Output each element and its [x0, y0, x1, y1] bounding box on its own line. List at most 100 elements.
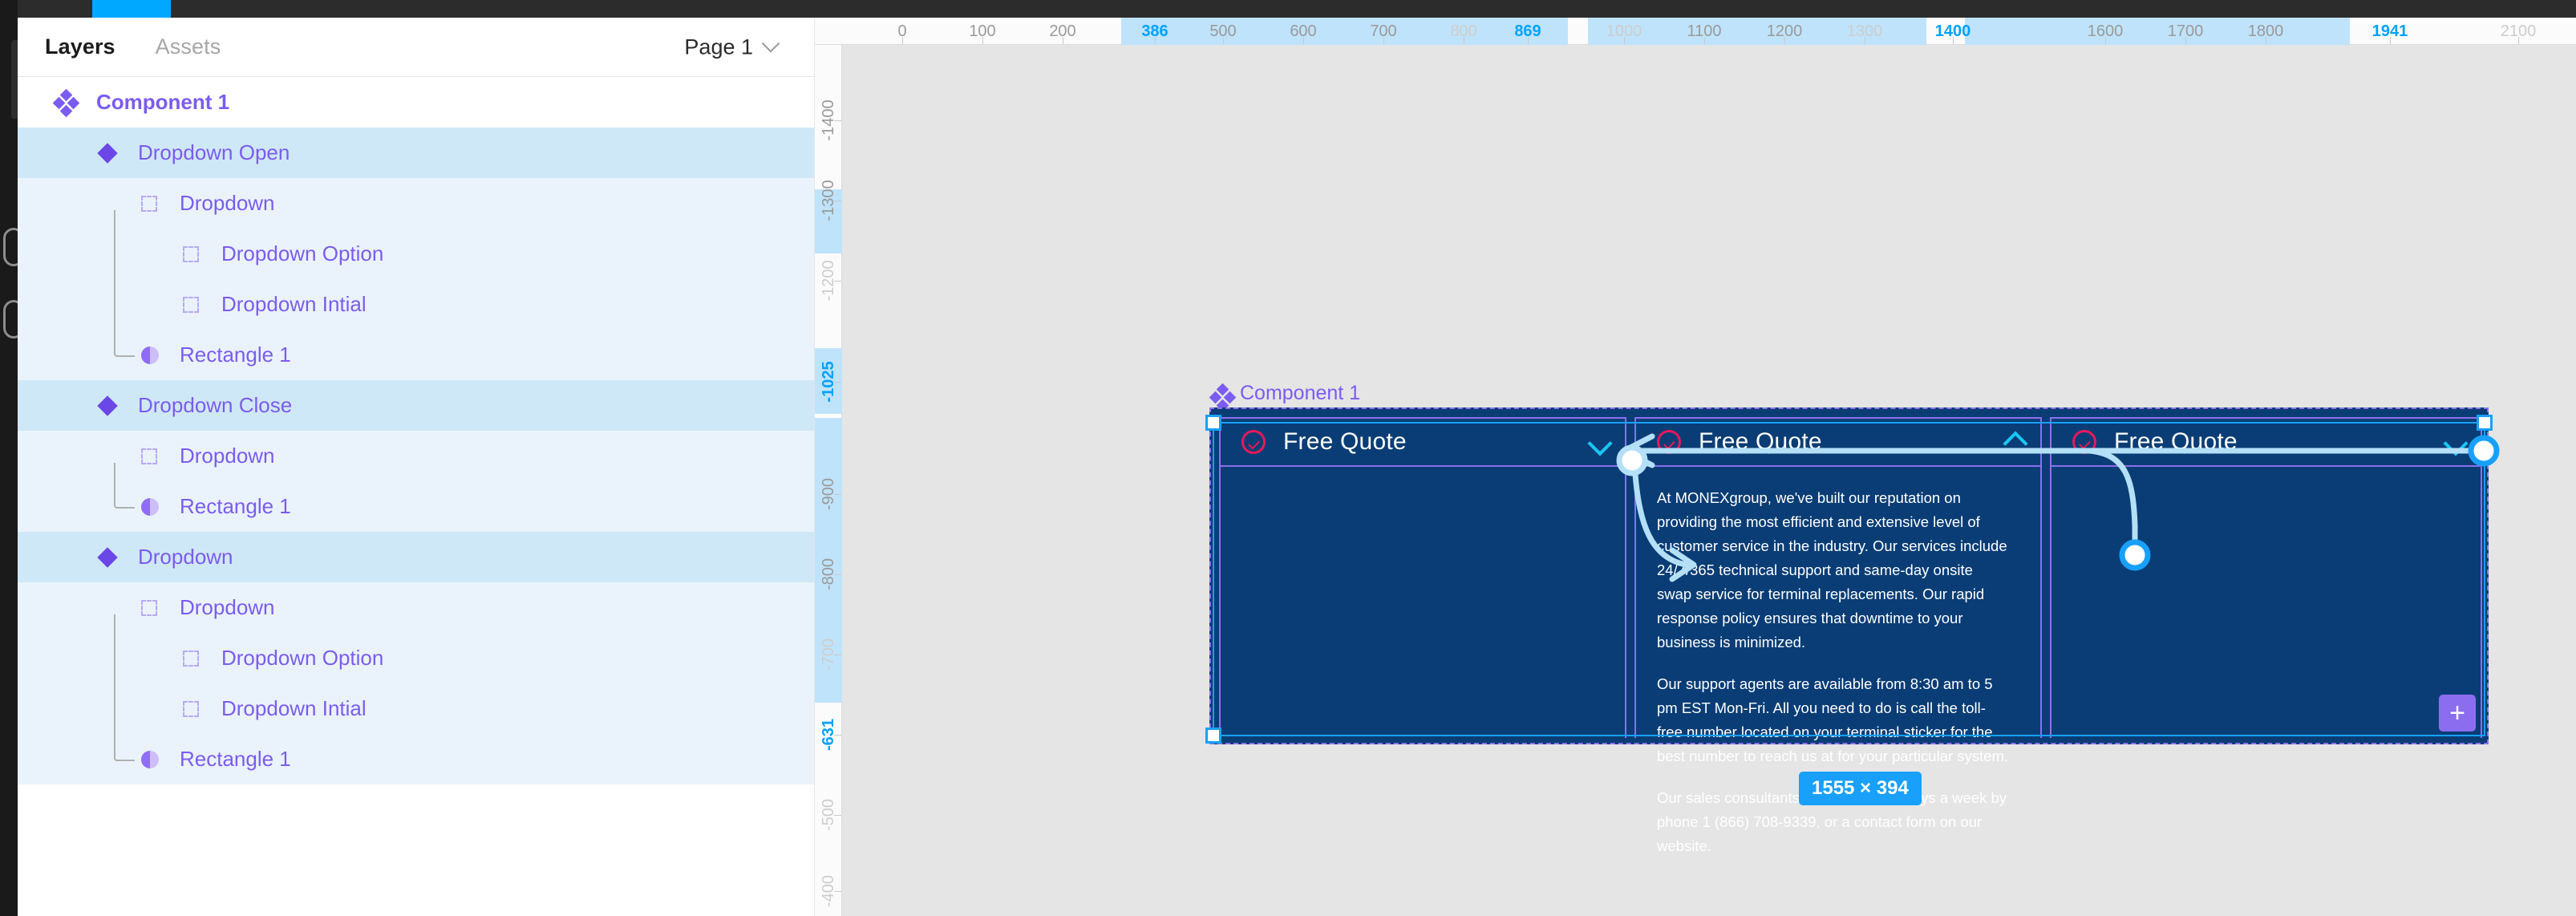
layer-row-dropdown-option[interactable]: Dropdown Option — [18, 229, 814, 279]
ruler-tick-mark — [834, 815, 841, 816]
ruler-highlight-band — [1965, 18, 2350, 45]
instance-icon — [95, 544, 122, 571]
window-title-bar — [0, 0, 2576, 18]
horizontal-ruler[interactable]: 0100200386500600700800869100011001200130… — [815, 18, 2576, 45]
mask-icon — [136, 493, 164, 521]
frame-icon — [178, 241, 205, 268]
ruler-tick-mark — [1784, 37, 1785, 44]
ruler-highlight-band — [1121, 18, 1568, 45]
pane-dropdown-closed-1[interactable]: Free Quote — [1219, 417, 1626, 738]
chevron-down-icon — [762, 34, 780, 53]
layer-row-dropdown-intial[interactable]: Dropdown Intial — [18, 683, 814, 734]
frame-icon — [178, 291, 205, 318]
add-variant-button[interactable]: + — [2439, 695, 2476, 732]
canvas-viewport[interactable]: Component 1 Free Quote Free Quote At MON… — [842, 45, 2576, 916]
left-rail — [0, 0, 18, 916]
layer-name: Component 1 — [96, 90, 229, 115]
frame-icon — [136, 594, 164, 622]
layer-row-rectangle-1[interactable]: Rectangle 1 — [18, 330, 814, 380]
page-selector-label: Page 1 — [684, 34, 753, 59]
ruler-tick-mark — [834, 891, 841, 892]
ruler-tick-mark — [1223, 37, 1224, 44]
pane-title: Free Quote — [2114, 428, 2238, 456]
canvas-area: 0100200386500600700800869100011001200130… — [815, 18, 2576, 916]
instance-icon — [95, 392, 122, 419]
layer-name: Dropdown — [180, 191, 275, 216]
layer-name: Dropdown — [180, 595, 275, 620]
layer-name: Rectangle 1 — [180, 747, 291, 772]
ruler-tick-mark — [1155, 37, 1156, 44]
pane-body-text: At MONEXgroup, we've built our reputatio… — [1657, 486, 2010, 876]
layer-row-dropdown-option[interactable]: Dropdown Option — [18, 633, 814, 683]
layer-row-rectangle-1[interactable]: Rectangle 1 — [18, 734, 814, 784]
chevron-down-icon[interactable] — [2447, 435, 2463, 451]
check-circle-icon — [2072, 430, 2096, 454]
chevron-up-icon[interactable] — [2007, 435, 2023, 451]
component-icon — [1209, 383, 1230, 404]
layer-row-dropdown[interactable]: Dropdown — [18, 178, 814, 229]
ruler-tick-mark — [834, 574, 841, 575]
layer-row-component-1[interactable]: Component 1 — [18, 77, 814, 128]
check-circle-icon — [1241, 430, 1266, 454]
frame-icon — [136, 443, 164, 470]
layer-name: Rectangle 1 — [180, 342, 291, 367]
mask-icon — [136, 342, 164, 369]
frame-icon — [136, 190, 164, 217]
ruler-tick-mark — [1953, 37, 1954, 44]
layer-row-dropdown[interactable]: Dropdown — [18, 532, 814, 582]
component-label: Component 1 — [1209, 382, 1360, 405]
instance-icon — [95, 140, 122, 167]
layer-name: Dropdown — [180, 444, 275, 468]
layers-panel: Layers Assets Page 1 Component 1 Dropdown… — [18, 18, 815, 916]
pane-dropdown-closed-2[interactable]: Free Quote — [2050, 417, 2482, 738]
pane-header[interactable]: Free Quote — [1636, 417, 2040, 467]
layer-row-dropdown-close[interactable]: Dropdown Close — [18, 380, 814, 431]
mask-icon — [136, 746, 164, 773]
layer-tree: Component 1 Dropdown Open Dropdown Dropdown… — [18, 77, 814, 784]
ruler-tick-mark — [834, 382, 841, 383]
ruler-tick-mark — [1528, 37, 1529, 44]
chevron-down-icon[interactable] — [1591, 435, 1607, 451]
tab-assets[interactable]: Assets — [143, 34, 234, 59]
layer-name: Dropdown Intial — [221, 696, 367, 721]
component-label-text: Component 1 — [1240, 382, 1360, 405]
title-bar-accent — [92, 0, 171, 18]
ruler-tick-mark — [2390, 37, 2391, 44]
pane-title: Free Quote — [1699, 428, 1822, 456]
vertical-ruler[interactable]: -1400-1300-1200-1025-900-800-700-631-500… — [815, 45, 842, 916]
layer-name: Dropdown — [138, 545, 233, 569]
pane-title: Free Quote — [1283, 428, 1407, 456]
ruler-tick-mark — [834, 281, 841, 282]
ruler-tick-mark — [1303, 37, 1304, 44]
ruler-tick-mark — [2185, 37, 2186, 44]
component-icon — [53, 89, 80, 116]
pane-paragraph: Our support agents are available from 8:… — [1657, 672, 2010, 768]
ruler-tick-mark — [982, 37, 983, 44]
layer-row-dropdown[interactable]: Dropdown — [18, 582, 814, 633]
component-frame[interactable]: Free Quote Free Quote At MONEXgroup, we'… — [1209, 407, 2489, 744]
ruler-tick-mark — [2518, 37, 2519, 44]
check-circle-icon — [1657, 430, 1681, 454]
layers-panel-header: Layers Assets Page 1 — [18, 18, 814, 77]
layer-name: Dropdown Open — [138, 140, 290, 165]
layer-name: Rectangle 1 — [180, 494, 291, 519]
pane-header[interactable]: Free Quote — [1221, 417, 1625, 467]
ruler-tick-mark — [1624, 37, 1625, 44]
pane-dropdown-open[interactable]: Free Quote At MONEXgroup, we've built ou… — [1634, 417, 2042, 738]
ruler-tick-mark — [1383, 37, 1384, 44]
ruler-tick-mark — [834, 120, 841, 121]
ruler-tick-mark — [1704, 37, 1705, 44]
layer-row-dropdown-intial[interactable]: Dropdown Intial — [18, 279, 814, 330]
layer-name: Dropdown Intial — [221, 292, 367, 317]
pane-header[interactable]: Free Quote — [2051, 417, 2481, 467]
ruler-tick-mark — [2105, 37, 2106, 44]
selection-size-badge: 1555 × 394 — [1799, 772, 1922, 805]
layer-row-dropdown[interactable]: Dropdown — [18, 431, 814, 481]
layer-row-dropdown-open[interactable]: Dropdown Open — [18, 128, 814, 178]
layer-name: Dropdown Option — [221, 646, 383, 671]
ruler-tick-mark — [902, 37, 903, 44]
tab-layers[interactable]: Layers — [32, 34, 128, 59]
layer-row-rectangle-1[interactable]: Rectangle 1 — [18, 481, 814, 532]
page-selector[interactable]: Page 1 — [684, 34, 777, 59]
layer-name: Dropdown Option — [221, 241, 383, 266]
